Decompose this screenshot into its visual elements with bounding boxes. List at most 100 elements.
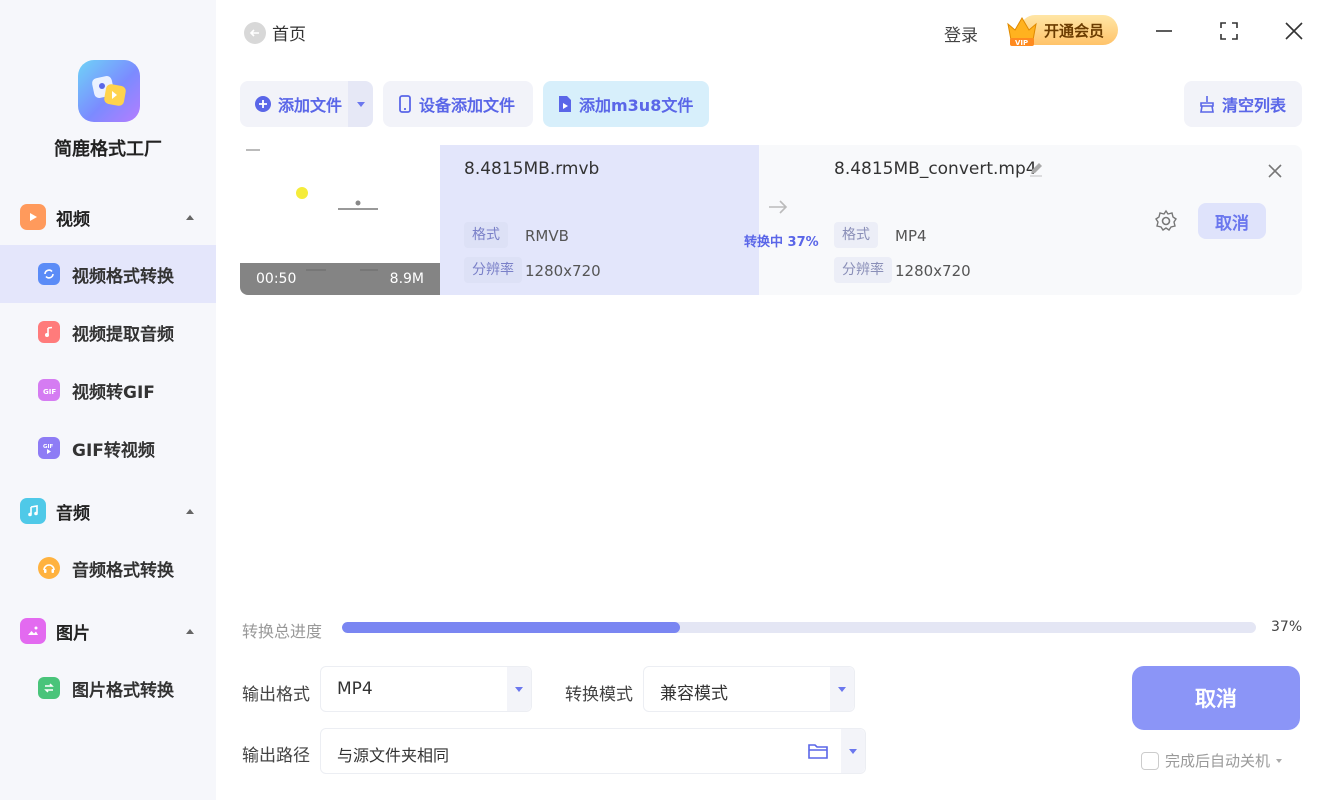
crown-icon: VIP (1007, 17, 1037, 47)
cancel-file-button[interactable]: 取消 (1198, 203, 1266, 239)
conversion-mode-select[interactable]: 兼容模式 (643, 666, 855, 712)
cancel-all-button[interactable]: 取消 (1132, 666, 1300, 730)
chevron-down-icon (515, 686, 523, 692)
sidebar: 简鹿格式工厂 视频 视频格式转换 视频提取音频 GIF 视频转GIF GIF G… (0, 0, 216, 800)
minimize-button[interactable] (1151, 18, 1177, 44)
sidebar-item-audio-convert[interactable]: 音频格式转换 (0, 539, 216, 597)
sidebar-item-label: 音频格式转换 (72, 560, 174, 581)
nav-group-label: 视频 (56, 209, 90, 230)
gif-to-video-icon: GIF (38, 437, 60, 459)
chevron-down-icon (356, 101, 365, 107)
select-dropdown (841, 729, 865, 773)
folder-icon[interactable] (807, 741, 829, 761)
nav-group-label: 音频 (56, 503, 90, 524)
chevron-down-icon[interactable] (1276, 758, 1283, 763)
progress-label: 转换总进度 (242, 622, 323, 641)
svg-text:GIF: GIF (43, 444, 54, 450)
video-convert-icon (38, 263, 60, 285)
output-format-value: MP4 (337, 679, 373, 699)
add-file-button[interactable]: 添加文件 (240, 81, 348, 127)
conversion-mode-label: 转换模式 (565, 685, 633, 705)
sidebar-item-label: 视频转GIF (72, 382, 155, 403)
nav-group-video[interactable]: 视频 (0, 197, 216, 237)
remove-file-icon[interactable] (1266, 162, 1284, 180)
device-add-file-label: 设备添加文件 (419, 96, 516, 115)
close-icon (1285, 22, 1303, 40)
output-path-value: 与源文件夹相同 (337, 746, 450, 765)
format-tag: 格式 (834, 222, 878, 248)
back-label: 首页 (272, 25, 306, 45)
chevron-up-icon (186, 214, 194, 220)
back-home-button[interactable]: 首页 (244, 20, 306, 45)
clear-list-label: 清空列表 (1222, 96, 1287, 115)
resolution-tag: 分辨率 (464, 257, 522, 283)
add-m3u8-label: 添加m3u8文件 (579, 96, 694, 115)
conversion-mode-value: 兼容模式 (660, 684, 728, 704)
back-arrow-icon (244, 21, 266, 44)
add-file-dropdown[interactable] (348, 81, 373, 127)
progress-fill (342, 622, 681, 633)
video-duration: 00:50 (256, 271, 297, 287)
maximize-button[interactable] (1216, 18, 1242, 44)
nav-group-image[interactable]: 图片 (0, 611, 216, 651)
image-convert-icon (38, 677, 60, 699)
sidebar-item-video-convert[interactable]: 视频格式转换 (0, 245, 216, 303)
add-m3u8-button[interactable]: 添加m3u8文件 (543, 81, 709, 127)
file-card: 00:50 8.9M 8.4815MB.rmvb 格式 RMVB 分辨率 128… (240, 145, 1302, 295)
output-filename: 8.4815MB_convert.mp4 (834, 159, 1037, 179)
output-format-select[interactable]: MP4 (320, 666, 532, 712)
output-resolution: 1280x720 (895, 262, 971, 280)
nav-group-audio[interactable]: 音频 (0, 491, 216, 531)
phone-icon (397, 95, 413, 113)
sidebar-item-gif-to-video[interactable]: GIF GIF转视频 (0, 419, 216, 477)
source-filename: 8.4815MB.rmvb (464, 159, 600, 179)
video-size: 8.9M (389, 271, 424, 287)
maximize-icon (1220, 22, 1238, 40)
chevron-up-icon (186, 628, 194, 634)
close-button[interactable] (1281, 18, 1307, 44)
sidebar-item-label: 图片格式转换 (72, 680, 174, 701)
settings-gear-icon[interactable] (1154, 209, 1178, 233)
extract-audio-icon (38, 321, 60, 343)
sidebar-item-extract-audio[interactable]: 视频提取音频 (0, 303, 216, 361)
conversion-status: 转换中 37% (744, 235, 819, 250)
output-format: MP4 (895, 227, 927, 245)
add-file-label: 添加文件 (278, 96, 343, 115)
auto-shutdown-checkbox[interactable] (1141, 751, 1159, 770)
device-add-file-button[interactable]: 设备添加文件 (383, 81, 533, 127)
output-path-label: 输出路径 (242, 746, 310, 766)
arrow-right-icon (769, 200, 788, 214)
svg-text:GIF: GIF (43, 388, 56, 396)
output-path-select[interactable]: 与源文件夹相同 (320, 728, 866, 774)
sidebar-item-image-convert[interactable]: 图片格式转换 (0, 659, 216, 717)
minimize-icon (1156, 30, 1172, 32)
auto-shutdown-option[interactable]: 完成后自动关机 (1141, 750, 1283, 771)
edit-pencil-icon[interactable] (1028, 161, 1044, 177)
sidebar-item-label: GIF转视频 (72, 440, 155, 461)
sidebar-item-video-to-gif[interactable]: GIF 视频转GIF (0, 361, 216, 419)
sidebar-item-label: 视频提取音频 (72, 324, 174, 345)
source-resolution: 1280x720 (525, 262, 601, 280)
image-icon (20, 618, 46, 644)
output-format-label: 输出格式 (242, 685, 310, 705)
video-file-icon (557, 95, 573, 113)
clear-list-button[interactable]: 清空列表 (1184, 81, 1302, 127)
music-icon (20, 498, 46, 524)
progress-track (342, 622, 1256, 633)
video-icon (20, 204, 46, 230)
source-info: 8.4815MB.rmvb 格式 RMVB 分辨率 1280x720 (440, 145, 759, 295)
broom-icon (1198, 95, 1216, 113)
progress-percent: 37% (1271, 619, 1303, 635)
chevron-up-icon (186, 508, 194, 514)
vip-button[interactable]: 开通会员 VIP (1004, 12, 1118, 48)
sidebar-item-label: 视频格式转换 (72, 266, 174, 287)
resolution-tag: 分辨率 (834, 257, 892, 283)
plus-circle-icon (254, 95, 272, 113)
video-to-gif-icon: GIF (38, 379, 60, 401)
select-dropdown (830, 667, 854, 711)
app-logo (78, 60, 140, 122)
source-format: RMVB (525, 227, 569, 245)
login-link[interactable]: 登录 (944, 21, 978, 46)
auto-shutdown-label: 完成后自动关机 (1165, 752, 1271, 770)
select-dropdown (507, 667, 531, 711)
